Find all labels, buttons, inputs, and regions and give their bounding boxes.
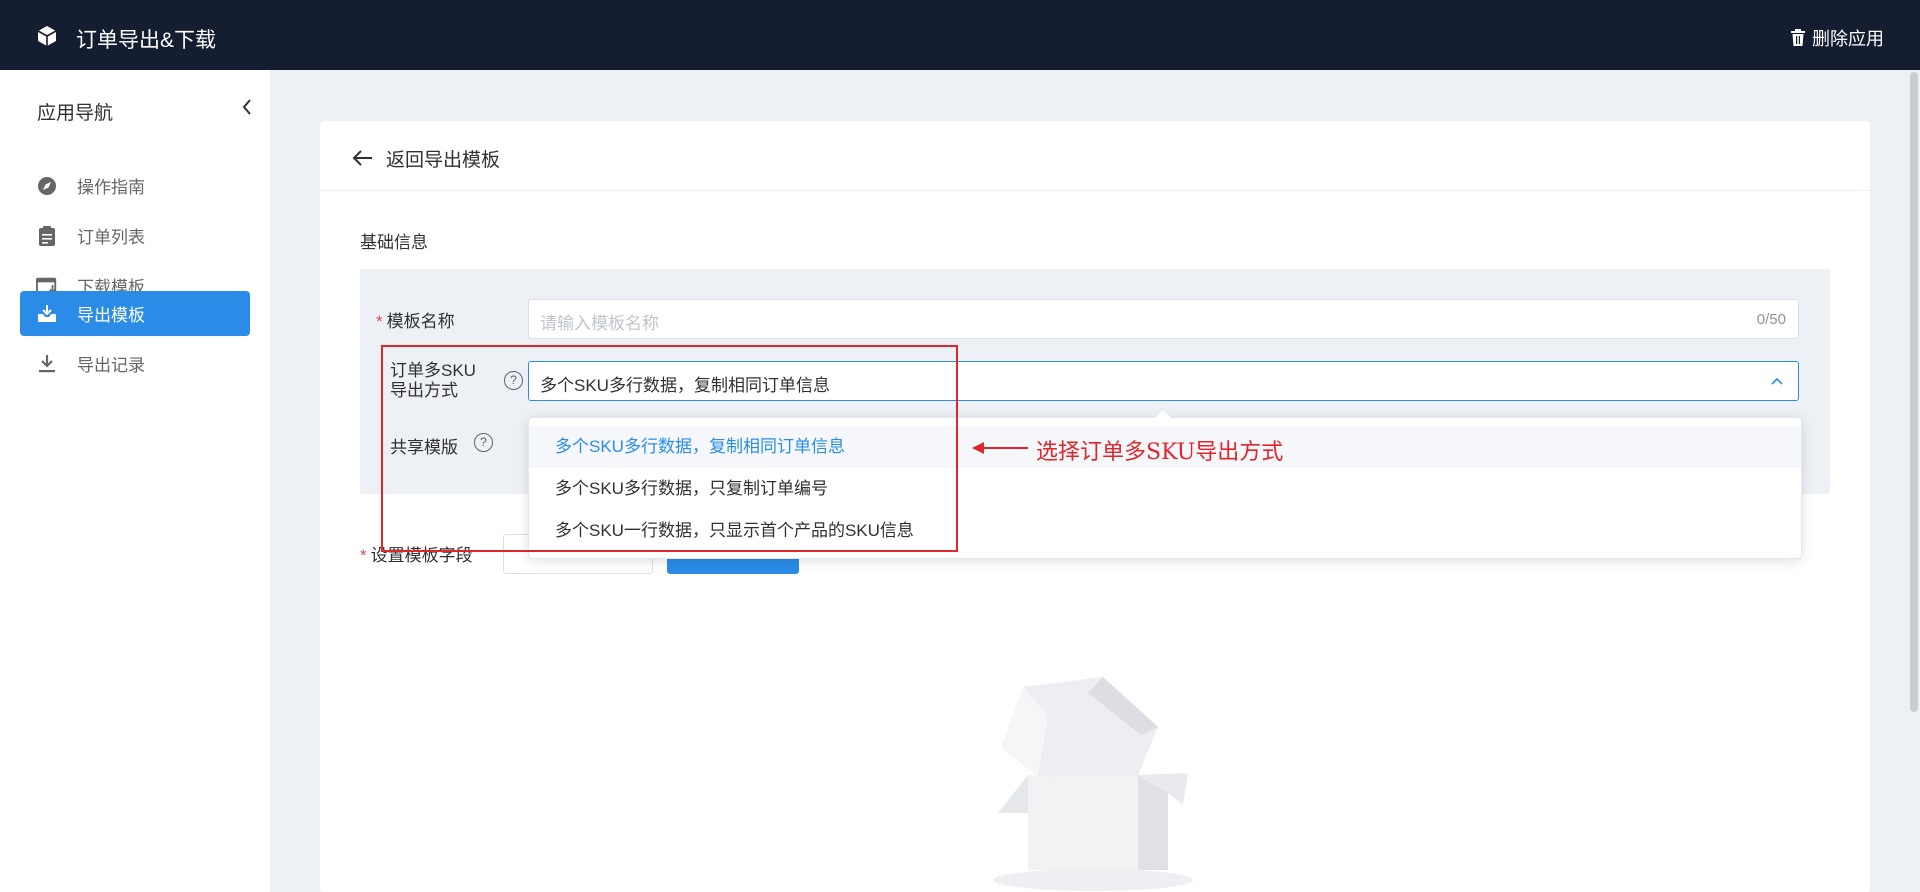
- app-title: 订单导出&下载: [76, 29, 217, 52]
- sidebar-item-label: 导出模板: [77, 306, 145, 325]
- trash-icon: [1791, 29, 1805, 46]
- sidebar-item-export-template[interactable]: 导出模板: [20, 291, 250, 336]
- sidebar-item-label: 导出记录: [77, 356, 145, 375]
- back-link[interactable]: 返回导出模板: [352, 143, 500, 173]
- header-divider: [320, 190, 1870, 191]
- sidebar-item-export-records[interactable]: 导出记录: [20, 341, 250, 386]
- back-label: 返回导出模板: [386, 149, 501, 171]
- scrollbar-thumb[interactable]: [1910, 72, 1918, 712]
- required-mark: *: [376, 312, 383, 331]
- section-title: 基础信息: [360, 233, 428, 252]
- annotation-arrow-icon: [972, 442, 1028, 454]
- required-mark: *: [360, 546, 367, 565]
- compass-icon: [36, 175, 58, 197]
- chevron-up-icon: [1771, 377, 1783, 385]
- top-bar: 订单导出&下载 删除应用: [0, 0, 1920, 70]
- annotation-text: 选择订单多SKU导出方式: [1036, 440, 1284, 465]
- sidebar-item-label: 订单列表: [77, 228, 145, 247]
- empty-box-illustration: [993, 677, 1193, 891]
- template-name-label-text: 模板名称: [386, 312, 455, 331]
- delete-app-label: 删除应用: [1812, 29, 1884, 49]
- sidebar-item-order-list[interactable]: 订单列表: [20, 213, 250, 258]
- sidebar: 应用导航 操作指南 订单列表 下载模板 导出模板 导出记录: [0, 70, 270, 892]
- page-scrollbar[interactable]: [1908, 70, 1920, 892]
- arrow-left-icon: [352, 150, 372, 166]
- sidebar-item-guide[interactable]: 操作指南: [20, 163, 250, 208]
- annotation-box: [381, 345, 958, 552]
- template-name-label: * 模板名称: [376, 307, 455, 332]
- delete-app-button[interactable]: 删除应用: [1790, 25, 1884, 51]
- template-name-placeholder: 请输入模板名称: [540, 314, 659, 333]
- sidebar-title: 应用导航: [37, 103, 114, 124]
- char-counter: 0/50: [1756, 311, 1786, 328]
- clipboard-icon: [36, 225, 58, 247]
- cube-logo-icon: [37, 26, 57, 46]
- export-tray-icon: [36, 303, 58, 325]
- chevron-left-icon[interactable]: [238, 95, 256, 119]
- template-name-input[interactable]: 请输入模板名称 0/50: [528, 299, 1799, 339]
- sidebar-item-label: 操作指南: [77, 178, 145, 197]
- download-arrow-icon: [36, 353, 58, 375]
